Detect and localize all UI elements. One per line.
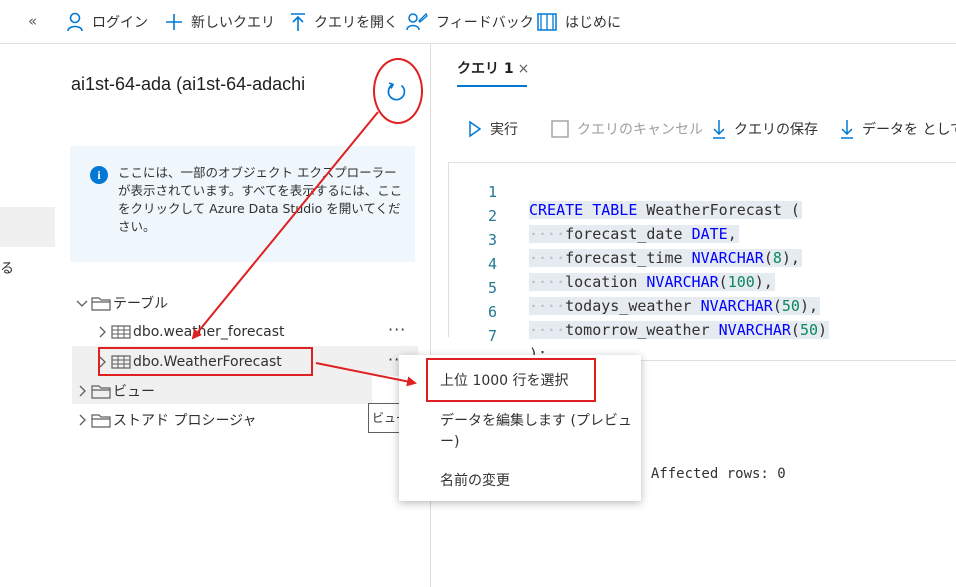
getting-started-label: はじめに xyxy=(565,15,621,31)
info-banner-text: ここには、一部のオブジェクト エクスプローラーが表示されています。すべてを表示す… xyxy=(118,165,403,234)
stop-icon xyxy=(551,120,569,138)
code-line: 2 ····forecast_date DATE, xyxy=(449,189,956,243)
run-label: 実行 xyxy=(490,122,518,138)
plus-icon xyxy=(166,14,182,30)
object-explorer-panel: ai1st-64-ada (ai1st-64-adachi i ここには、一部の… xyxy=(55,44,431,587)
download-icon xyxy=(713,120,725,139)
refresh-icon[interactable] xyxy=(385,80,409,104)
download-icon xyxy=(841,120,853,139)
info-icon: i xyxy=(90,166,108,184)
code-line: 4 ····location NVARCHAR(100), xyxy=(449,237,956,291)
context-menu: 上位 1000 行を選択 データを編集します (プレビュ ー) 名前の変更 xyxy=(399,355,641,501)
code-line: 1 CREATE TABLE WeatherForecast ( xyxy=(449,165,956,219)
annotation-box-table xyxy=(98,347,313,376)
login-button[interactable]: ログイン xyxy=(66,10,148,34)
table-icon xyxy=(111,325,131,339)
menu-item-rename[interactable]: 名前の変更 xyxy=(440,471,510,492)
chevron-right-icon xyxy=(79,385,86,397)
server-name: ai1st-64-ada (ai1st-64-adachi xyxy=(71,74,306,94)
menu-item-edit-data-line1: データを編集します (プレビュ xyxy=(440,413,632,429)
tree-folder-label: テーブル xyxy=(113,296,169,312)
chevron-right-icon xyxy=(79,414,86,426)
nav-partial-label: る xyxy=(0,261,14,277)
run-button[interactable]: 実行 xyxy=(468,118,518,140)
save-query-label: クエリの保存 xyxy=(734,122,818,138)
tree-item-weather-forecast[interactable]: dbo.weather_forecast xyxy=(95,319,285,345)
person-icon xyxy=(67,12,83,32)
login-label: ログイン xyxy=(92,15,148,31)
play-icon xyxy=(469,120,482,138)
tree-folder-label: ストアド プロシージャ xyxy=(113,413,257,429)
nav-selected-item[interactable] xyxy=(0,207,55,247)
chevron-right-icon xyxy=(99,326,106,338)
chevron-down-icon xyxy=(76,300,88,307)
menu-item-edit-data[interactable]: データを編集します (プレビュ ー) xyxy=(440,411,632,453)
top-toolbar: « ログイン 新しいクエリ クエリを開く フィードバック はじめに xyxy=(0,0,956,44)
code-line: 3 ····forecast_time NVARCHAR(8), xyxy=(449,213,956,267)
menu-item-select-top-1000[interactable]: 上位 1000 行を選択 xyxy=(440,371,569,392)
folder-icon xyxy=(91,297,111,311)
info-banner[interactable]: i ここには、一部のオブジェクト エクスプローラーが表示されています。すべてを表… xyxy=(70,146,415,262)
export-data-button[interactable]: データを として xyxy=(840,118,956,140)
open-query-button[interactable]: クエリを開く xyxy=(290,10,398,34)
code-line: 6 ····tomorrow_weather NVARCHAR(50) xyxy=(449,285,956,339)
book-icon xyxy=(537,13,557,31)
tree-item-label: dbo.weather_forecast xyxy=(133,324,285,340)
tree-folder-views[interactable]: ビュー xyxy=(75,378,155,404)
feedback-label: フィードバック xyxy=(436,15,534,31)
folder-icon xyxy=(91,385,111,399)
feedback-button[interactable]: フィードバック xyxy=(406,10,534,34)
close-icon[interactable]: × xyxy=(518,61,530,77)
cancel-query-button[interactable]: クエリのキャンセル xyxy=(551,118,703,140)
save-query-button[interactable]: クエリの保存 xyxy=(712,118,818,140)
upload-arrow-icon xyxy=(291,13,305,31)
menu-item-edit-data-line2: ー) xyxy=(440,434,460,450)
code-line: 7 ); xyxy=(449,309,956,363)
tab-query-1[interactable]: クエリ 1 × xyxy=(457,58,529,78)
feedback-person-icon xyxy=(406,12,428,31)
collapse-sidebar-button[interactable]: « xyxy=(28,12,37,30)
code-line: 5 ····todays_weather NVARCHAR(50), xyxy=(449,261,956,315)
folder-icon xyxy=(91,414,111,428)
new-query-label: 新しいクエリ xyxy=(191,15,275,31)
new-query-button[interactable]: 新しいクエリ xyxy=(165,10,275,34)
export-data-label: データを として xyxy=(862,122,956,138)
tree-folder-label: ビュー xyxy=(113,384,155,400)
sql-editor[interactable]: 1 CREATE TABLE WeatherForecast ( 2 ····f… xyxy=(448,162,956,363)
line-number: 7 xyxy=(487,327,497,345)
open-query-label: クエリを開く xyxy=(314,15,398,31)
tab-label: クエリ 1 xyxy=(457,61,514,77)
more-options-button[interactable]: ··· xyxy=(388,320,406,339)
results-message: た: Affected rows: 0 xyxy=(620,466,786,482)
cancel-query-label: クエリのキャンセル xyxy=(577,122,703,138)
tree-folder-stored-procedures[interactable]: ストアド プロシージャ xyxy=(75,407,256,433)
active-tab-indicator xyxy=(457,85,527,87)
tree-folder-tables[interactable]: テーブル xyxy=(75,290,168,316)
getting-started-button[interactable]: はじめに xyxy=(537,10,621,34)
